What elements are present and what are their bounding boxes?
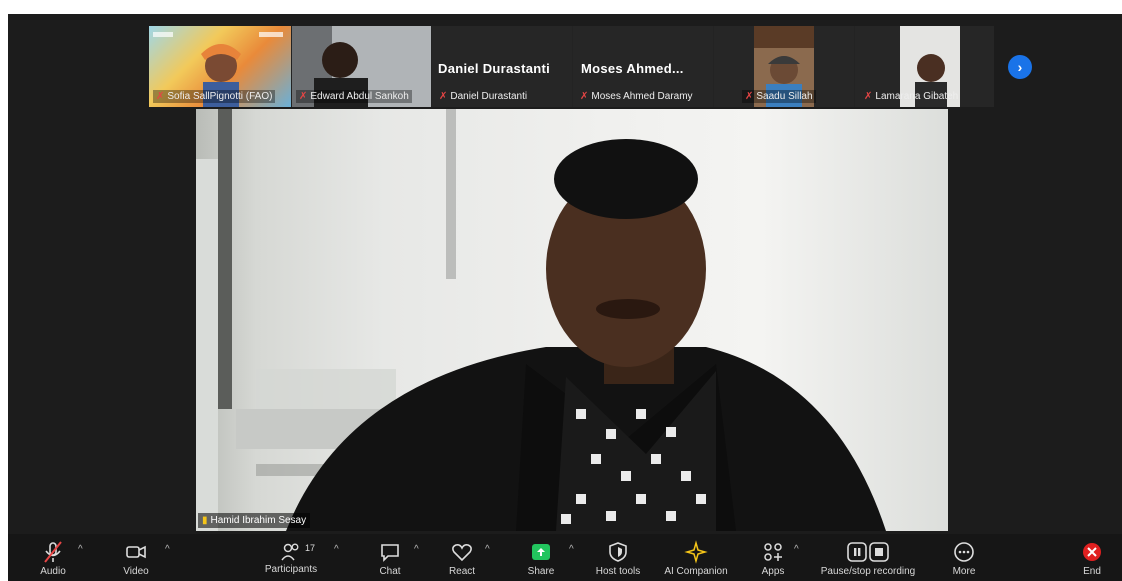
share-screen-icon <box>532 544 550 560</box>
chat-label: Chat <box>379 566 401 577</box>
participants-label: Participants <box>264 564 318 575</box>
chevron-right-icon: › <box>1017 59 1023 75</box>
next-page-button[interactable]: › <box>1008 55 1032 79</box>
recording-button[interactable]: Pause/stop recording <box>808 534 928 581</box>
participant-thumbnail[interactable]: ✗ Saadu Sillah <box>714 26 854 107</box>
video-options-caret[interactable]: ^ <box>165 544 170 555</box>
audio-button[interactable]: Audio <box>33 534 73 581</box>
ai-companion-label: AI Companion <box>664 566 728 577</box>
ai-companion-button[interactable]: AI Companion <box>658 534 734 581</box>
participant-thumbnail-strip: ✗ Sofia SallPignotti (FAO) ✗ Edward Abdul … <box>149 26 994 107</box>
more-label: More <box>952 566 976 577</box>
participant-thumbnail[interactable]: ✗ Sofia SallPignotti (FAO) <box>149 26 291 107</box>
participant-name: ✗ Sofia SallPignotti (FAO) <box>153 90 276 103</box>
participants-icon <box>281 543 299 561</box>
share-label: Share <box>527 566 555 577</box>
speaker-video-frame <box>196 109 886 531</box>
meeting-toolbar: Audio ^ Video ^ 17 Participants ^ Chat ^… <box>8 534 1122 581</box>
muted-mic-icon: ✗ <box>156 91 165 102</box>
apps-label: Apps <box>761 566 785 577</box>
participant-name: ✗ Daniel Durastanti <box>439 91 528 102</box>
react-options-caret[interactable]: ^ <box>485 544 490 555</box>
participant-big-name: Moses Ahmed... <box>581 61 684 76</box>
top-strip <box>0 0 1122 14</box>
muted-mic-icon: ✗ <box>745 91 754 102</box>
end-call-icon <box>1083 543 1101 561</box>
share-button[interactable]: Share <box>521 534 561 581</box>
participant-big-name: Daniel Durastanti <box>438 61 551 76</box>
participant-name: ✗ Saadu Sillah <box>742 90 816 103</box>
more-button[interactable]: More <box>944 534 984 581</box>
speaker-name-label: ▮ Hamid Ibrahim Sesay <box>198 513 311 528</box>
participant-name: ✗ Edward Abdul Sankoh <box>296 90 412 103</box>
apps-icon <box>764 543 782 561</box>
meeting-window: ✗ Sofia SallPignotti (FAO) ✗ Edward Abdul … <box>8 14 1122 581</box>
audio-options-caret[interactable]: ^ <box>78 544 83 555</box>
chat-options-caret[interactable]: ^ <box>414 544 419 555</box>
audio-label: Audio <box>40 566 66 577</box>
end-label: End <box>1083 566 1101 577</box>
muted-mic-icon: ✗ <box>864 91 873 102</box>
apps-options-caret[interactable]: ^ <box>794 544 799 555</box>
participant-thumbnail[interactable]: Daniel Durastanti ✗ Daniel Durastanti <box>432 26 572 107</box>
participants-options-caret[interactable]: ^ <box>334 544 339 555</box>
muted-mic-icon: ✗ <box>439 91 448 102</box>
host-tools-label: Host tools <box>595 566 641 577</box>
participant-name: ✗ Moses Ahmed Daramy <box>580 91 693 102</box>
host-tools-button[interactable]: Host tools <box>588 534 648 581</box>
muted-mic-icon: ✗ <box>299 91 308 102</box>
react-label: React <box>448 566 476 577</box>
participant-thumbnail[interactable]: Moses Ahmed... ✗ Moses Ahmed Daramy <box>573 26 713 107</box>
active-speaker-video: ▮ Hamid Ibrahim Sesay <box>196 109 948 531</box>
video-label: Video <box>123 566 149 577</box>
shield-icon <box>609 542 627 562</box>
video-button[interactable]: Video <box>116 534 156 581</box>
muted-mic-icon <box>44 541 62 563</box>
signal-bars-icon: ▮ <box>202 515 208 526</box>
participants-count: 17 <box>305 543 316 553</box>
chat-button[interactable]: Chat <box>370 534 410 581</box>
participant-thumbnail[interactable]: ✗ Edward Abdul Sankoh <box>292 26 431 107</box>
sparkle-icon <box>684 540 708 564</box>
participant-name: ✗ Lamarana Gibateh <box>864 91 959 102</box>
apps-button[interactable]: Apps <box>753 534 793 581</box>
participant-thumbnail[interactable]: ✗ Lamarana Gibateh <box>855 26 994 107</box>
video-camera-icon <box>126 545 146 559</box>
more-options-icon <box>954 542 974 562</box>
end-button[interactable]: End <box>1072 534 1112 581</box>
react-button[interactable]: React <box>442 534 482 581</box>
participants-button[interactable]: 17 Participants <box>258 534 324 581</box>
muted-mic-icon: ✗ <box>580 91 589 102</box>
pause-stop-icon <box>847 542 889 562</box>
recording-label: Pause/stop recording <box>820 566 916 577</box>
heart-icon <box>452 544 472 562</box>
share-options-caret[interactable]: ^ <box>569 544 574 555</box>
chat-bubble-icon <box>381 544 399 562</box>
